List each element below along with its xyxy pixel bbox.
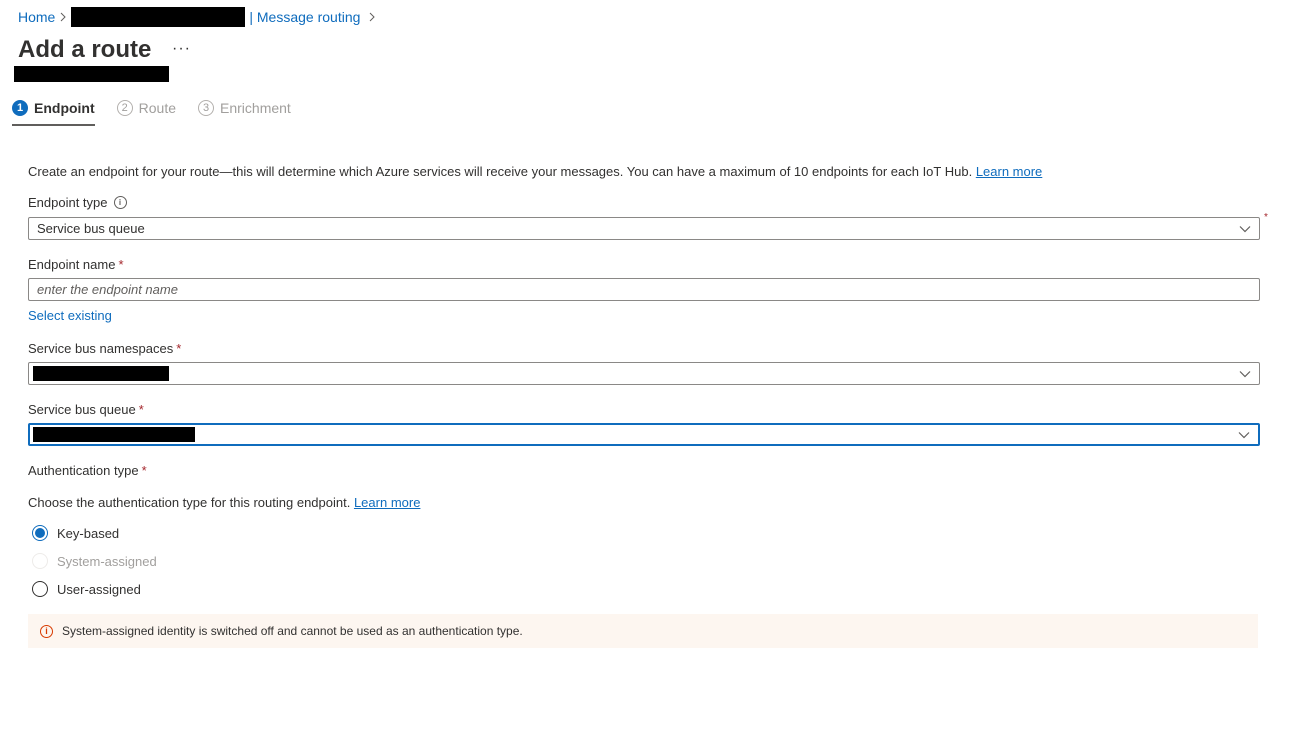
warning-banner: i System-assigned identity is switched o… xyxy=(28,614,1258,648)
chevron-down-icon xyxy=(1239,225,1251,232)
endpoint-name-label-text: Endpoint name xyxy=(28,257,116,272)
step-label: Route xyxy=(138,100,177,116)
warning-text: System-assigned identity is switched off… xyxy=(62,624,523,638)
breadcrumb-home-link[interactable]: Home xyxy=(18,9,55,25)
endpoint-type-value: Service bus queue xyxy=(37,221,145,236)
endpoint-type-label: Endpoint type i xyxy=(28,195,127,210)
auth-type-label-text: Authentication type xyxy=(28,463,139,478)
radio-system-assigned: System-assigned xyxy=(32,553,157,569)
breadcrumb-message-routing-link[interactable]: | Message routing xyxy=(249,9,360,25)
namespaces-label-text: Service bus namespaces xyxy=(28,341,174,356)
required-indicator: * xyxy=(1264,212,1268,223)
redacted-namespace-value xyxy=(33,366,169,381)
radio-label: Key-based xyxy=(57,525,120,541)
auth-description-text: Choose the authentication type for this … xyxy=(28,495,351,510)
step-number: 3 xyxy=(198,100,215,116)
radio-key-based[interactable]: Key-based xyxy=(32,525,119,541)
info-icon[interactable]: i xyxy=(113,196,127,209)
auth-description: Choose the authentication type for this … xyxy=(28,495,420,510)
step-label: Endpoint xyxy=(34,100,95,116)
learn-more-link[interactable]: Learn more xyxy=(976,164,1042,179)
auth-type-label: Authentication type * xyxy=(28,463,147,478)
required-indicator: * xyxy=(141,463,147,478)
chevron-right-icon xyxy=(368,12,376,22)
endpoint-name-input[interactable] xyxy=(37,282,1251,297)
step-number: 1 xyxy=(12,100,28,116)
queue-label: Service bus queue * xyxy=(28,402,144,417)
namespaces-label: Service bus namespaces * xyxy=(28,341,181,356)
step-enrichment[interactable]: 3 Enrichment xyxy=(198,96,291,126)
warning-info-icon: i xyxy=(40,624,53,638)
redacted-queue-value xyxy=(33,427,195,442)
endpoint-type-label-text: Endpoint type xyxy=(28,195,108,210)
endpoint-description: Create an endpoint for your route—this w… xyxy=(28,164,1042,179)
radio-label: User-assigned xyxy=(57,581,141,597)
select-existing-link[interactable]: Select existing xyxy=(28,308,112,323)
more-options-button[interactable]: ··· xyxy=(172,40,191,58)
step-route[interactable]: 2 Route xyxy=(116,96,177,126)
endpoint-name-field[interactable] xyxy=(28,278,1260,301)
queue-dropdown[interactable] xyxy=(28,423,1260,446)
page-title: Add a route xyxy=(18,36,152,63)
required-indicator: * xyxy=(138,402,144,417)
step-endpoint[interactable]: 1 Endpoint xyxy=(12,96,95,126)
redacted-subtitle xyxy=(14,66,169,82)
endpoint-type-dropdown[interactable]: Service bus queue xyxy=(28,217,1260,240)
radio-user-assigned[interactable]: User-assigned xyxy=(32,581,141,597)
endpoint-name-label: Endpoint name * xyxy=(28,257,124,272)
chevron-down-icon xyxy=(1239,370,1251,377)
radio-circle xyxy=(32,581,48,597)
chevron-right-icon xyxy=(59,12,67,22)
description-text: Create an endpoint for your route—this w… xyxy=(28,164,973,179)
radio-circle xyxy=(32,553,48,569)
required-indicator: * xyxy=(176,341,182,356)
radio-label: System-assigned xyxy=(57,553,157,569)
wizard-steps: 1 Endpoint 2 Route 3 Enrichment xyxy=(12,96,291,126)
breadcrumb: Home | Message routing xyxy=(18,7,380,27)
queue-label-text: Service bus queue xyxy=(28,402,136,417)
redacted-resource-name xyxy=(71,7,246,27)
step-number: 2 xyxy=(116,100,133,116)
radio-circle xyxy=(32,525,48,541)
chevron-down-icon xyxy=(1238,431,1250,438)
auth-learn-more-link[interactable]: Learn more xyxy=(354,495,420,510)
step-label: Enrichment xyxy=(220,100,291,116)
namespaces-dropdown[interactable] xyxy=(28,362,1260,385)
required-indicator: * xyxy=(118,257,124,272)
